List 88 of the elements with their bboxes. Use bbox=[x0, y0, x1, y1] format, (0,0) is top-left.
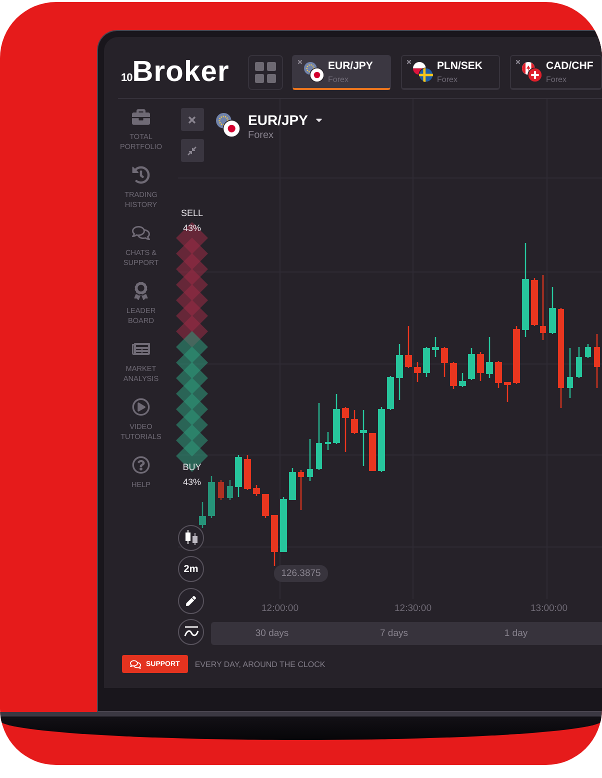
indicators-button[interactable] bbox=[178, 619, 204, 645]
candle bbox=[459, 373, 466, 387]
candle bbox=[307, 439, 313, 481]
time-range-option[interactable]: 7 days bbox=[333, 622, 455, 645]
candle bbox=[262, 494, 269, 518]
candle bbox=[396, 344, 403, 400]
candle bbox=[567, 348, 573, 398]
time-axis-label: 13:00:00 bbox=[530, 603, 568, 614]
candle bbox=[369, 433, 376, 471]
candle bbox=[333, 394, 340, 444]
asset-selector[interactable]: EUR/JPY bbox=[248, 113, 324, 127]
candle bbox=[594, 334, 600, 388]
candle bbox=[316, 403, 322, 470]
candle bbox=[540, 275, 546, 340]
time-range-option[interactable]: 1 day bbox=[455, 622, 577, 645]
chart-type-button[interactable] bbox=[178, 524, 204, 550]
candle bbox=[477, 352, 484, 381]
flags-icon bbox=[522, 62, 542, 82]
close-icon[interactable] bbox=[406, 59, 412, 65]
candle bbox=[280, 497, 287, 552]
candle bbox=[360, 410, 367, 466]
close-icon bbox=[187, 114, 197, 124]
candle bbox=[549, 287, 556, 334]
buy-percentage: 43% bbox=[182, 477, 202, 487]
collapse-button[interactable] bbox=[180, 139, 204, 162]
asset-tab[interactable]: CAD/CHF Forex bbox=[510, 55, 602, 90]
flags-icon bbox=[304, 62, 324, 82]
close-icon[interactable] bbox=[515, 59, 521, 65]
time-axis-label: 12:30:00 bbox=[394, 603, 432, 614]
candle bbox=[325, 432, 331, 450]
candle bbox=[504, 382, 511, 402]
award-icon bbox=[132, 282, 150, 300]
grid-view-button[interactable] bbox=[248, 55, 283, 90]
candle bbox=[289, 468, 296, 500]
briefcase-icon bbox=[132, 108, 150, 126]
candle bbox=[378, 407, 385, 472]
drawing-tool-button[interactable] bbox=[178, 588, 204, 614]
candle bbox=[271, 515, 278, 566]
pencil-icon bbox=[186, 596, 196, 606]
candlesticks-icon bbox=[184, 530, 198, 545]
candle bbox=[513, 326, 520, 384]
candle bbox=[441, 347, 448, 377]
flags-icon bbox=[216, 113, 240, 137]
close-icon[interactable] bbox=[297, 59, 303, 65]
candle bbox=[576, 347, 582, 378]
candle bbox=[244, 455, 251, 490]
chat-bubbles-icon bbox=[132, 224, 150, 242]
time-range-option[interactable]: 30 days bbox=[211, 622, 333, 645]
buy-label: BUY bbox=[182, 462, 202, 472]
candle bbox=[218, 480, 224, 500]
history-icon bbox=[132, 166, 150, 184]
asset-tab[interactable]: PLN/SEK Forex bbox=[401, 55, 500, 90]
market-label: Forex bbox=[248, 130, 275, 141]
timeframe-button[interactable]: 2m bbox=[178, 556, 204, 582]
logo: 10Broker bbox=[121, 58, 230, 87]
candle bbox=[585, 344, 591, 358]
candle bbox=[351, 410, 358, 434]
close-button[interactable] bbox=[180, 108, 204, 131]
candle bbox=[486, 337, 493, 378]
help-icon bbox=[132, 456, 150, 474]
candle bbox=[405, 326, 412, 368]
candle bbox=[342, 407, 349, 452]
candle bbox=[468, 348, 475, 380]
newspaper-icon bbox=[132, 340, 150, 358]
sell-percentage: 43% bbox=[182, 223, 202, 233]
candle bbox=[235, 455, 242, 497]
candle bbox=[423, 347, 430, 377]
candle bbox=[199, 502, 206, 528]
candle bbox=[432, 337, 439, 357]
chat-bubbles-icon bbox=[130, 658, 141, 670]
candle bbox=[531, 278, 538, 326]
candle bbox=[414, 362, 421, 382]
indicator-wave-icon bbox=[184, 626, 198, 638]
candle bbox=[227, 480, 233, 500]
candle bbox=[298, 470, 304, 510]
time-axis-label: 12:00:00 bbox=[262, 603, 298, 614]
candle bbox=[253, 485, 260, 496]
candle bbox=[495, 361, 502, 388]
candle bbox=[387, 376, 394, 410]
support-note: EVERY DAY, AROUND THE CLOCK bbox=[194, 660, 326, 668]
flags-icon bbox=[413, 62, 433, 82]
candle bbox=[450, 362, 457, 389]
price-label: 126.3875 bbox=[274, 565, 328, 582]
play-icon bbox=[132, 398, 150, 416]
candle bbox=[208, 476, 215, 518]
sell-label: SELL bbox=[180, 208, 204, 218]
grid-icon bbox=[255, 62, 276, 83]
collapse-arrows-icon bbox=[187, 146, 197, 156]
